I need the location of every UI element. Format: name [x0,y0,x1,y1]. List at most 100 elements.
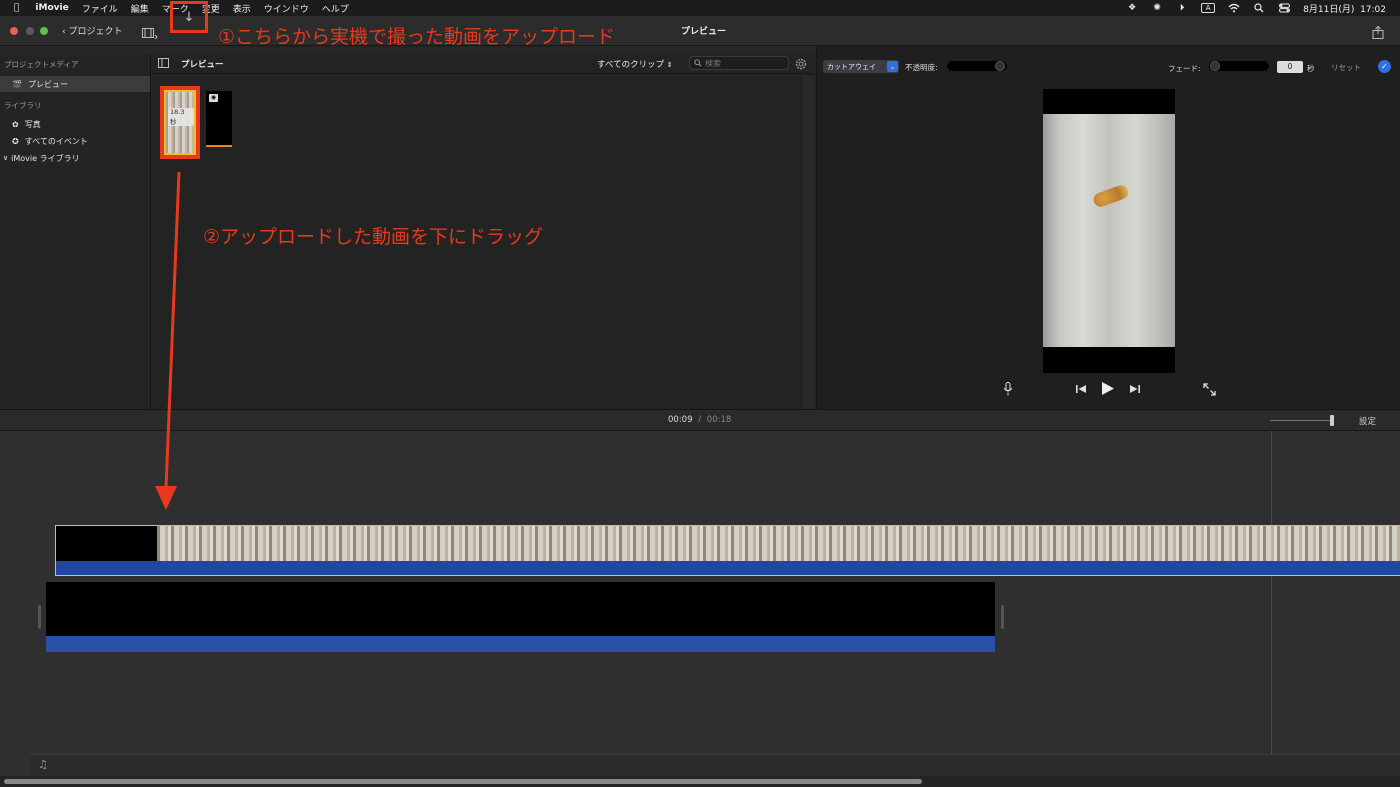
menu-view[interactable]: 表示 [233,2,251,15]
overlay-type-select[interactable]: カットアウェイ ⌄ [823,60,899,73]
chevron-down-icon: ⌄ [887,61,898,72]
adjustment-toolbar[interactable] [817,46,1400,56]
sidebar-item-label: iMovie ライブラリ [11,153,80,163]
back-to-projects-button[interactable]: ‹ プロジェクト [62,24,123,37]
clip-black-segment [56,526,157,561]
sidebar-item-all-events[interactable]: ✪ すべてのイベント [0,133,150,149]
menu-bar:  iMovie ファイル 編集 マーク 変更 表示 ウインドウ ヘルプ ❖ ✺… [0,0,1400,16]
clip-trim-handle-left[interactable] [38,605,41,629]
back-label: プロジェクト [68,27,123,37]
secondary-clip-audio [46,636,995,652]
zoom-slider[interactable] [1270,415,1334,426]
apple-icon[interactable]:  [14,3,19,13]
import-media-button[interactable]: ↓ [170,1,208,33]
total-time: 00:18 [706,415,732,425]
skip-back-icon[interactable] [1075,383,1087,397]
toolbar: ‹ プロジェクト プレビュー [0,16,1400,46]
settings-gear-icon[interactable] [794,57,808,74]
menu-file[interactable]: ファイル [82,2,118,15]
play-circle-icon[interactable]: ⏵ [1176,3,1188,13]
sidebar-item-preview[interactable]: 🎬 プレビュー [0,76,150,92]
scrollbar-thumb[interactable] [4,779,922,784]
project-media-header: プロジェクトメディア [4,60,79,69]
fade-label: フェード: [1168,64,1201,73]
menu-help[interactable]: ヘルプ [322,2,349,15]
timeline-settings-button[interactable]: 設定 [1359,415,1376,427]
sidebar-item-label: すべてのイベント [24,136,88,146]
main-video-clip[interactable] [55,525,1400,576]
download-arrow-icon: ↓ [183,9,195,25]
music-track[interactable]: ♫ [30,754,1400,776]
project-title: プレビュー [681,27,727,37]
search-icon [694,59,702,67]
disclosure-chevron-icon: ∨ [3,154,9,162]
fullscreen-icon[interactable] [1203,383,1216,399]
sidebar-item-label: プレビュー [27,79,68,89]
clip-audio-waveform [56,561,1400,575]
current-time: 00:09 [668,415,693,425]
timeline-header: 00:09 / 00:18 設定 [0,409,1400,431]
reset-button[interactable]: リセット [1331,62,1361,73]
search-icon[interactable] [1253,3,1265,13]
brightness-icon[interactable]: ✺ [1151,3,1163,13]
play-icon[interactable] [1101,381,1115,399]
viewer-panel: カットアウェイ ⌄ 不透明度: フェード: 0 秒 リセット ✓ [816,46,1400,409]
fade-slider[interactable] [1209,61,1269,71]
search-placeholder: 検索 [705,58,721,68]
timeline[interactable]: ♫ [0,431,1400,776]
sidebar-item-photos[interactable]: ✿ 写真 [0,116,150,132]
zoom-window-button[interactable] [40,27,48,35]
opacity-label: 不透明度: [905,63,938,72]
fade-slider-knob[interactable] [1210,61,1220,71]
secondary-clip[interactable] [46,582,995,652]
fade-duration-input[interactable]: 0 [1277,61,1303,73]
updown-chevron-icon: ⇕ [666,61,673,69]
browser-scrollbar[interactable] [803,76,814,409]
libraries-sidebar: プロジェクトメディア 🎬 プレビュー ライブラリ ✿ 写真 ✪ すべてのイベント… [0,54,151,409]
clapper-icon: 🎬 [12,79,22,89]
photos-icon: ✿ [12,119,19,129]
sidebar-item-imovie-library[interactable]: ∨ iMovie ライブラリ [0,150,150,166]
clip-filmstrip [157,526,1400,561]
preview-video [1043,89,1175,373]
menubar-clock[interactable]: 8月11日(月) 17:02 [1303,2,1386,15]
menu-edit[interactable]: 編集 [131,2,149,15]
drag-arrow [155,171,181,510]
search-field[interactable]: 検索 [689,56,789,70]
timeline-horizontal-scrollbar[interactable] [0,776,1400,787]
clip-filter-select[interactable]: すべてのクリップ ⇕ [597,58,673,70]
clip-thumbnail-selected[interactable]: 18.3 秒 [160,86,200,159]
media-library-icon[interactable] [142,25,158,44]
menu-window[interactable]: ウインドウ [264,2,309,15]
control-center-icon[interactable] [1278,3,1290,13]
input-source-icon[interactable]: A [1201,3,1216,13]
photo-clip-thumbnail[interactable]: ◉ [206,91,232,147]
annotation-step1: ①こちらから実機で撮った動画をアップロード [218,26,616,48]
playhead[interactable] [1271,431,1272,776]
time-separator: / [698,415,702,425]
zoom-slider-knob[interactable] [1330,415,1334,426]
skip-forward-icon[interactable] [1129,383,1141,397]
minimize-window-button[interactable] [26,27,34,35]
chevron-left-icon: ‹ [62,27,66,37]
video-clip-thumbnail[interactable]: 18.3 秒 [164,90,196,155]
figma-icon[interactable]: ❖ [1126,3,1138,13]
opacity-slider[interactable] [947,61,1007,71]
sidebar-toggle-icon[interactable] [158,58,169,71]
apply-checkmark-icon[interactable]: ✓ [1378,60,1391,73]
sidebar-item-label: 写真 [24,119,41,129]
timecode-display: 00:09 / 00:18 [668,415,731,425]
clip-trim-handle-right[interactable] [1001,605,1004,629]
overlay-type-label: カットアウェイ [827,62,876,71]
browser-header: プレビュー すべてのクリップ ⇕ 検索 [152,54,815,74]
wifi-icon[interactable] [1228,3,1240,13]
star-box-icon: ✪ [12,136,19,146]
microphone-icon[interactable] [1003,382,1013,399]
video-frame [1043,114,1175,347]
dog-figure [1091,183,1131,209]
share-icon[interactable] [1372,24,1384,43]
opacity-slider-knob[interactable] [995,61,1005,71]
clip-filter-label: すべてのクリップ [597,60,665,70]
close-window-button[interactable] [10,27,18,35]
menu-app-name[interactable]: iMovie [35,3,68,13]
